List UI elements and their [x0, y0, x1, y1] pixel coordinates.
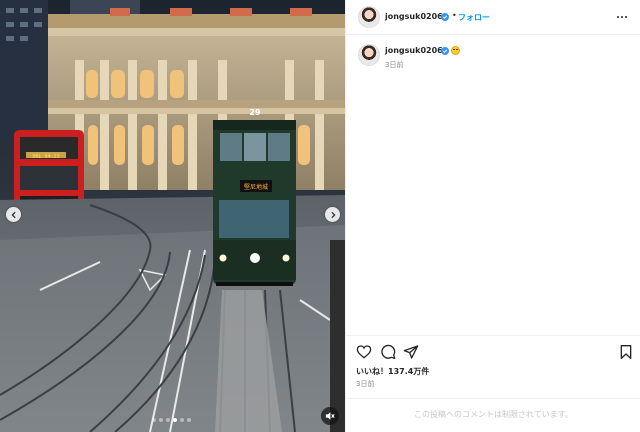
speaker-muted-icon	[325, 412, 335, 420]
bookmark-icon	[620, 345, 632, 359]
carousel-dot	[159, 418, 163, 422]
mute-toggle-button[interactable]	[321, 407, 339, 425]
tram-route-sign: 堅尼地城	[244, 183, 268, 191]
tram-number: 29	[249, 108, 261, 117]
tram-street-photo: DRL 94.23 29 堅尼地城	[0, 0, 345, 432]
carousel-prev-button[interactable]	[6, 207, 21, 222]
post-sidebar: jongsuk0206 • フォロー jongsuk0206 3日前 いいね！1…	[345, 0, 640, 432]
save-button[interactable]	[618, 344, 634, 360]
paper-plane-icon	[403, 345, 419, 359]
carousel-dot	[187, 418, 191, 422]
comment-button[interactable]	[380, 344, 396, 360]
chevron-left-icon	[10, 211, 16, 218]
carousel-dot	[166, 418, 170, 422]
carousel-dot	[180, 418, 184, 422]
carousel-dot	[152, 418, 156, 422]
caption-timestamp: 3日前	[385, 61, 404, 69]
caption-username-link[interactable]: jongsuk0206	[385, 46, 443, 55]
verified-badge-icon	[441, 13, 449, 21]
smile-emoji-icon	[451, 46, 460, 55]
comment-bubble-icon	[381, 344, 396, 359]
separator-dot: •	[452, 11, 457, 20]
carousel-dot	[173, 418, 177, 422]
more-options-icon[interactable]	[614, 10, 630, 24]
share-button[interactable]	[403, 344, 419, 360]
avatar[interactable]	[358, 6, 380, 28]
carousel-next-button[interactable]	[325, 207, 340, 222]
follow-button[interactable]: フォロー	[458, 12, 490, 23]
avatar[interactable]	[358, 44, 380, 66]
post-header: jongsuk0206 • フォロー	[346, 0, 640, 35]
post-date[interactable]: 3日前	[356, 379, 374, 389]
heart-icon	[356, 345, 372, 359]
bus-destination-display: DRL 94.23	[32, 154, 59, 160]
post-media[interactable]: DRL 94.23 29 堅尼地城	[0, 0, 345, 432]
post-actions-bar	[346, 335, 640, 365]
chevron-right-icon	[330, 211, 336, 218]
username-link[interactable]: jongsuk0206	[385, 12, 443, 21]
verified-badge-icon	[441, 47, 449, 55]
carousel-indicator	[152, 418, 191, 422]
comments-disabled-notice: この投稿へのコメントは制限されています。	[346, 398, 640, 432]
like-button[interactable]	[356, 344, 372, 360]
like-count[interactable]: いいね！137.4万件	[356, 366, 429, 377]
